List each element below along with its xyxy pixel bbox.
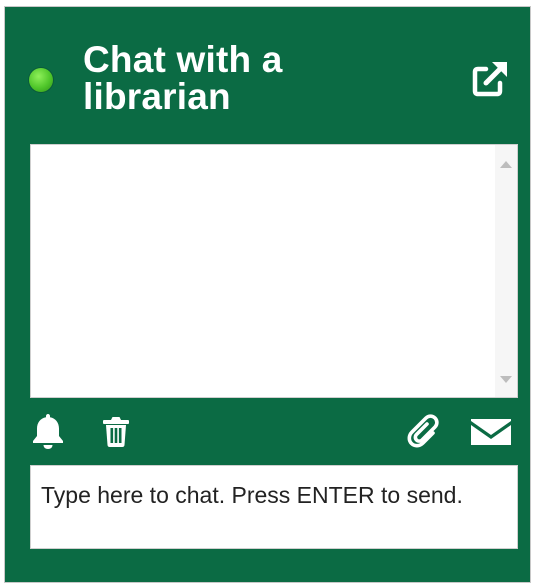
scroll-down-icon[interactable] xyxy=(500,376,512,383)
popout-button[interactable] xyxy=(469,58,511,100)
paperclip-icon xyxy=(407,414,439,448)
chat-messages-area[interactable] xyxy=(30,144,518,398)
chat-widget: Chat with a librarian xyxy=(4,6,531,583)
trash-icon xyxy=(103,417,129,447)
envelope-icon xyxy=(471,419,511,445)
chat-header: Chat with a librarian xyxy=(5,7,530,147)
online-status-indicator xyxy=(29,68,53,92)
scrollbar[interactable] xyxy=(495,145,517,397)
clear-chat-button[interactable] xyxy=(102,416,130,453)
notification-toggle-button[interactable] xyxy=(30,412,66,455)
bell-icon xyxy=(33,414,63,449)
scroll-up-icon[interactable] xyxy=(500,161,512,168)
attach-file-button[interactable] xyxy=(407,412,443,455)
chat-input-container xyxy=(30,465,518,549)
chat-title: Chat with a librarian xyxy=(83,39,283,117)
external-link-icon xyxy=(472,62,507,97)
chat-message-input[interactable] xyxy=(41,480,507,534)
email-transcript-button[interactable] xyxy=(470,418,512,451)
